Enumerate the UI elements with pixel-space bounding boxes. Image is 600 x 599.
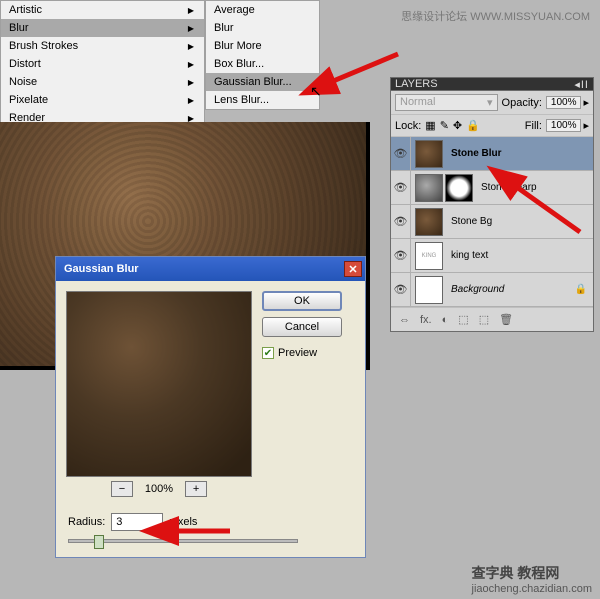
radius-label: Radius: bbox=[68, 516, 105, 528]
layer-label: Stone Bg bbox=[447, 216, 492, 227]
lock-icon: 🔒 bbox=[575, 284, 587, 295]
plus-icon: + bbox=[193, 483, 199, 495]
menu-item-noise[interactable]: Noise▶ bbox=[1, 73, 204, 91]
minus-icon: − bbox=[119, 483, 125, 495]
visibility-eye-icon[interactable]: 👁 bbox=[391, 171, 411, 204]
chevron-right-icon: ▶ bbox=[188, 42, 194, 51]
menu-item-blur-more[interactable]: Blur More bbox=[206, 37, 319, 55]
layer-king-text[interactable]: 👁 king text bbox=[391, 239, 593, 273]
annotation-arrow bbox=[505, 177, 585, 240]
lock-move-icon[interactable]: ✥ bbox=[453, 119, 462, 132]
filter-menu[interactable]: Artistic▶ Blur▶ Brush Strokes▶ Distort▶ … bbox=[0, 0, 205, 128]
layers-tab[interactable]: LAYERS ◂II bbox=[390, 77, 594, 90]
menu-item-blur[interactable]: Blur▶ bbox=[1, 19, 204, 37]
layer-mask-icon[interactable]: ◐ bbox=[442, 314, 449, 326]
slider-thumb[interactable] bbox=[94, 535, 104, 549]
close-icon: ✕ bbox=[348, 263, 357, 276]
link-layers-icon[interactable]: ⇔ bbox=[399, 314, 410, 326]
chevron-right-icon: ▸ bbox=[583, 119, 589, 132]
checkbox-icon: ✔ bbox=[262, 347, 274, 359]
dialog-titlebar[interactable]: Gaussian Blur ✕ bbox=[56, 257, 365, 281]
layer-thumbnail[interactable] bbox=[415, 276, 443, 304]
opacity-label: Opacity: bbox=[502, 97, 542, 109]
radius-input[interactable] bbox=[111, 513, 163, 531]
layer-thumbnail[interactable] bbox=[415, 174, 443, 202]
fill-field[interactable]: 100%▸ bbox=[546, 119, 589, 132]
chevron-right-icon: ▶ bbox=[188, 6, 194, 15]
menu-item-brush-strokes[interactable]: Brush Strokes▶ bbox=[1, 37, 204, 55]
layers-header-row: Normal▾ Opacity: 100%▸ bbox=[391, 91, 593, 115]
zoom-out-button[interactable]: − bbox=[111, 481, 133, 497]
adjustment-layer-icon[interactable]: ⬚ bbox=[458, 313, 468, 326]
annotation-arrow bbox=[320, 52, 400, 95]
visibility-eye-icon[interactable]: 👁 bbox=[391, 273, 411, 306]
dialog-title-text: Gaussian Blur bbox=[64, 263, 139, 275]
chevron-right-icon: ▶ bbox=[188, 60, 194, 69]
preview-image[interactable] bbox=[66, 291, 252, 477]
lock-label: Lock: bbox=[395, 120, 421, 132]
lock-all-icon[interactable]: 🔒 bbox=[466, 119, 480, 132]
layer-fx-icon[interactable]: fx. bbox=[420, 314, 432, 326]
blur-submenu[interactable]: Average Blur Blur More Box Blur... Gauss… bbox=[205, 0, 320, 110]
lock-brush-icon[interactable]: ✎ bbox=[440, 119, 449, 132]
chevron-right-icon: ▶ bbox=[188, 24, 194, 33]
visibility-eye-icon[interactable]: 👁 bbox=[391, 239, 411, 272]
layer-thumbnail[interactable] bbox=[415, 140, 443, 168]
ok-button[interactable]: OK bbox=[262, 291, 342, 311]
layers-tab-label: LAYERS bbox=[395, 78, 438, 90]
menu-item-artistic[interactable]: Artistic▶ bbox=[1, 1, 204, 19]
menu-item-box-blur[interactable]: Box Blur... bbox=[206, 55, 319, 73]
cancel-button[interactable]: Cancel bbox=[262, 317, 342, 337]
watermark-top: 思缘设计论坛 WWW.MISSYUAN.COM bbox=[401, 8, 590, 24]
layer-thumbnail[interactable] bbox=[415, 242, 443, 270]
zoom-level: 100% bbox=[145, 483, 173, 495]
layer-thumbnail[interactable] bbox=[415, 208, 443, 236]
new-layer-icon[interactable]: ⬚ bbox=[479, 313, 489, 326]
layer-label: king text bbox=[447, 250, 488, 261]
layer-mask-thumbnail[interactable] bbox=[445, 174, 473, 202]
chevron-down-icon: ▾ bbox=[487, 96, 493, 109]
layers-footer: ⇔ fx. ◐ ⬚ ⬚ 🗑 bbox=[391, 307, 593, 331]
lock-transparency-icon[interactable]: ▦ bbox=[425, 119, 435, 132]
annotation-arrow bbox=[165, 519, 235, 546]
chevron-right-icon: ▶ bbox=[188, 96, 194, 105]
fill-label: Fill: bbox=[525, 120, 542, 132]
layers-lock-row: Lock: ▦ ✎ ✥ 🔒 Fill: 100%▸ bbox=[391, 115, 593, 137]
blend-mode-select[interactable]: Normal▾ bbox=[395, 94, 498, 111]
layer-background[interactable]: 👁 Background 🔒 bbox=[391, 273, 593, 307]
watermark-bottom: 查字典 教程网 jiaocheng.chazidian.com bbox=[472, 563, 592, 595]
menu-item-lens-blur[interactable]: Lens Blur... bbox=[206, 91, 319, 109]
visibility-eye-icon[interactable]: 👁 bbox=[391, 205, 411, 238]
delete-layer-icon[interactable]: 🗑 bbox=[499, 313, 513, 326]
layer-label: Stone Blur bbox=[447, 148, 502, 159]
preview-checkbox[interactable]: ✔ Preview bbox=[262, 347, 317, 359]
close-button[interactable]: ✕ bbox=[344, 261, 362, 277]
chevron-right-icon: ▸ bbox=[583, 96, 589, 109]
zoom-in-button[interactable]: + bbox=[185, 481, 207, 497]
layer-label: Background bbox=[447, 284, 504, 295]
menu-item-blur-plain[interactable]: Blur bbox=[206, 19, 319, 37]
opacity-field[interactable]: 100%▸ bbox=[546, 96, 589, 109]
preview-checkbox-label: Preview bbox=[278, 347, 317, 359]
menu-item-pixelate[interactable]: Pixelate▶ bbox=[1, 91, 204, 109]
menu-item-average[interactable]: Average bbox=[206, 1, 319, 19]
layer-stone-blur[interactable]: 👁 Stone Blur bbox=[391, 137, 593, 171]
cursor-icon: ↖ bbox=[310, 83, 322, 100]
menu-item-distort[interactable]: Distort▶ bbox=[1, 55, 204, 73]
gaussian-blur-dialog: Gaussian Blur ✕ − 100% + OK Cancel ✔ Pre… bbox=[55, 256, 366, 558]
chevron-right-icon: ▶ bbox=[188, 78, 194, 87]
panel-grip-icon: ◂II bbox=[574, 78, 589, 91]
menu-item-gaussian-blur[interactable]: Gaussian Blur... bbox=[206, 73, 319, 91]
visibility-eye-icon[interactable]: 👁 bbox=[391, 137, 411, 170]
